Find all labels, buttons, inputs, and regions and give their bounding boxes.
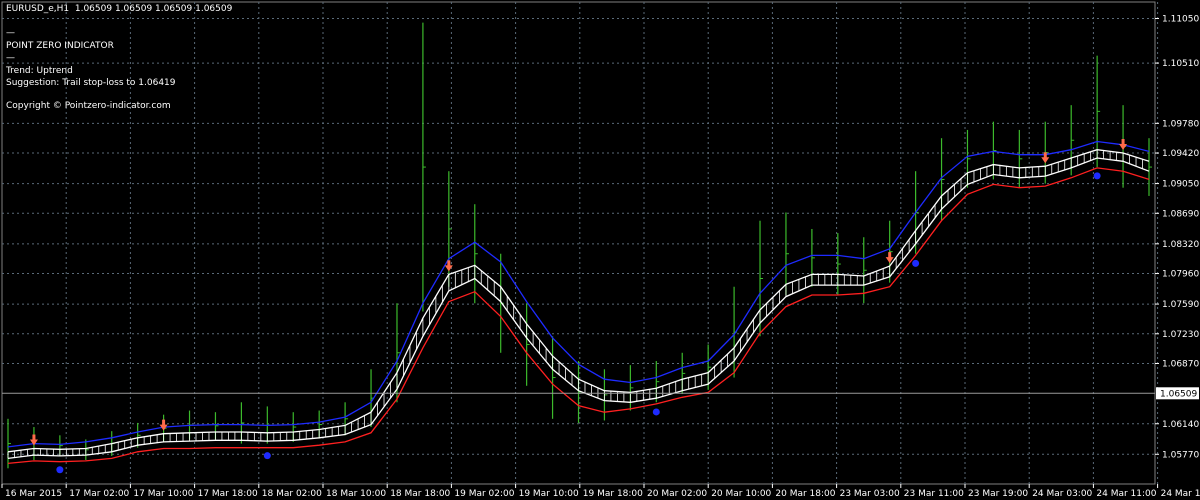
x-tick-label: 17 Mar 18:00 <box>198 489 258 499</box>
y-tick-label: 1.06140 <box>1162 420 1199 430</box>
y-tick-label: 1.11050 <box>1162 15 1199 25</box>
y-tick-label: 1.10510 <box>1162 59 1199 69</box>
x-tick-label: 23 Mar 03:00 <box>840 489 900 499</box>
y-tick-label: 1.07230 <box>1162 330 1199 340</box>
y-tick-label: 1.08690 <box>1162 209 1199 219</box>
x-tick-label: 18 Mar 18:00 <box>390 489 450 499</box>
separator-top: — <box>6 28 15 38</box>
x-tick-label: 23 Mar 11:00 <box>904 489 964 499</box>
y-tick-label: 1.05770 <box>1162 450 1199 460</box>
buy-dot-icon <box>56 466 64 474</box>
buy-dot-icon <box>263 452 271 460</box>
x-tick-label: 24 Mar 19 <box>1161 489 1200 499</box>
price-chart[interactable]: 1.11050 1.10510 1.09780 1.09420 1.09050 1.086… <box>0 0 1200 500</box>
y-tick-label: 1.09780 <box>1162 119 1199 129</box>
x-tick-label: 19 Mar 02:00 <box>454 489 514 499</box>
indicator-name: POINT ZERO INDICATOR <box>6 41 114 51</box>
copyright-text: Copyright © Pointzero-indicator.com <box>6 101 171 111</box>
symbol-line: EURUSD_e,H1 1.06509 1.06509 1.06509 1.06… <box>6 4 233 14</box>
x-tick-label: 20 Mar 10:00 <box>711 489 771 499</box>
x-tick-label: 20 Mar 02:00 <box>647 489 707 499</box>
buy-dot-icon <box>652 408 660 416</box>
sell-arrow-icon <box>159 419 168 431</box>
buy-dot-icon <box>912 259 920 267</box>
x-tick-label: 17 Mar 02:00 <box>69 489 129 499</box>
chart-canvas[interactable]: 1.11050 1.10510 1.09780 1.09420 1.09050 1.086… <box>0 0 1200 500</box>
y-tick-label: 1.08320 <box>1162 240 1199 250</box>
x-tick-label: 24 Mar 11:00 <box>1096 489 1156 499</box>
y-tick-label: 1.09420 <box>1162 149 1199 159</box>
x-tick-label: 17 Mar 10:00 <box>133 489 193 499</box>
x-tick-label: 23 Mar 19:00 <box>968 489 1028 499</box>
grid <box>1 1 1159 485</box>
x-tick-label: 18 Mar 10:00 <box>326 489 386 499</box>
sell-arrow-icon <box>1119 139 1128 151</box>
x-tick-label: 19 Mar 18:00 <box>583 489 643 499</box>
current-price-label: 1.06509 <box>1160 389 1197 399</box>
y-tick-label: 1.06870 <box>1162 360 1199 370</box>
x-tick-label: 16 Mar 2015 <box>5 489 62 499</box>
buy-dot-icon <box>1093 172 1101 180</box>
price-bars <box>7 22 1152 469</box>
x-tick-label: 19 Mar 10:00 <box>519 489 579 499</box>
suggestion-text: Suggestion: Trail stop-loss to 1.06419 <box>6 78 176 88</box>
y-tick-label: 1.09050 <box>1162 180 1199 190</box>
y-tick-label: 1.07960 <box>1162 270 1199 280</box>
x-tick-label: 24 Mar 03:00 <box>1032 489 1092 499</box>
x-tick-label: 20 Mar 18:00 <box>775 489 835 499</box>
trend-text: Trend: Uptrend <box>6 66 73 76</box>
separator-bottom: — <box>6 53 15 63</box>
y-tick-label: 1.07590 <box>1162 300 1199 310</box>
x-tick-label: 18 Mar 02:00 <box>262 489 322 499</box>
